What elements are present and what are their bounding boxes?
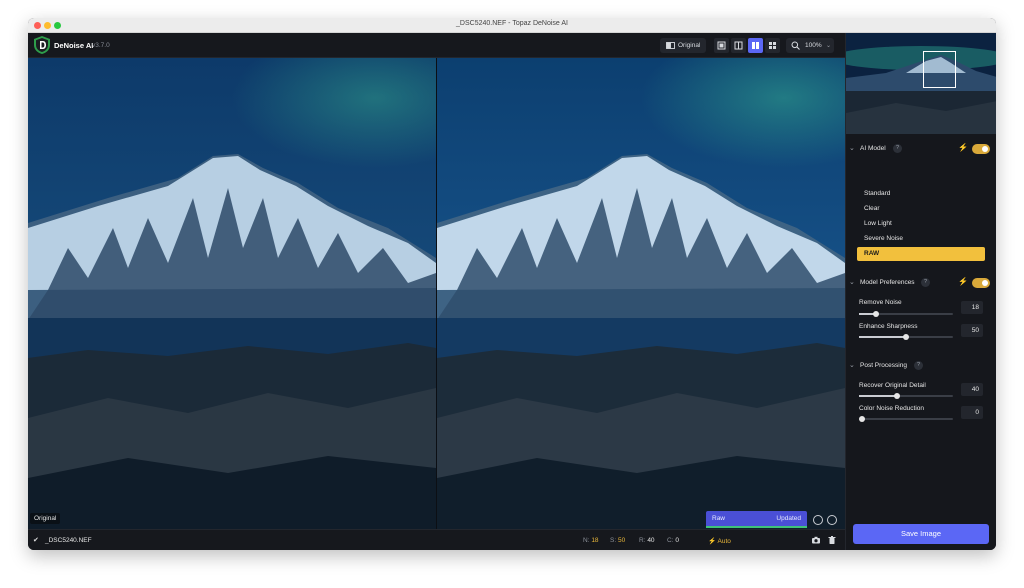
auto-button[interactable]: ⚡ Auto bbox=[708, 537, 731, 545]
happy-face-icon[interactable] bbox=[813, 515, 823, 525]
updated-label: Updated bbox=[776, 515, 801, 522]
current-filename: _DSC5240.NEF bbox=[45, 536, 92, 544]
model-option-standard[interactable]: Standard bbox=[857, 187, 985, 201]
remove-noise-label: Remove Noise bbox=[859, 299, 902, 306]
recover-stat-label: R: bbox=[639, 536, 646, 544]
model-option-severe-noise[interactable]: Severe Noise bbox=[857, 232, 985, 246]
recover-detail-fill bbox=[859, 395, 897, 397]
single-view-button[interactable] bbox=[714, 38, 729, 53]
noise-stat-value: 18 bbox=[591, 536, 599, 544]
landscape-image-original bbox=[28, 58, 436, 529]
noise-stat-label: N: bbox=[583, 536, 590, 544]
window-title: _DSC5240.NEF - Topaz DeNoise AI bbox=[456, 20, 568, 27]
navigator-thumbnail[interactable] bbox=[846, 33, 996, 134]
split-view-button[interactable] bbox=[731, 38, 746, 53]
color-stat-value: 0 bbox=[675, 536, 679, 544]
recover-stat-value: 40 bbox=[647, 536, 655, 544]
model-option-clear[interactable]: Clear bbox=[857, 202, 985, 216]
split-view-icon bbox=[734, 41, 743, 50]
zoom-icon bbox=[791, 41, 800, 50]
help-icon[interactable]: ? bbox=[921, 278, 930, 287]
save-image-button[interactable]: Save Image bbox=[853, 524, 989, 544]
processed-image-pane[interactable] bbox=[437, 58, 845, 529]
enhance-sharpness-handle[interactable] bbox=[903, 334, 909, 340]
model-preferences-auto-toggle[interactable] bbox=[972, 278, 990, 288]
chevron-down-icon: ⌄ bbox=[849, 145, 855, 152]
app-version: v3.7.0 bbox=[92, 41, 110, 49]
help-icon[interactable]: ? bbox=[893, 144, 902, 153]
recover-detail-slider[interactable] bbox=[859, 393, 953, 399]
recover-stat: R: 40 bbox=[639, 537, 655, 544]
chevron-down-icon: ⌄ bbox=[849, 279, 855, 286]
settings-sidebar: ⌄ AI Model ? ⚡ Standard Clear Low Light … bbox=[845, 33, 996, 550]
chevron-down-icon: ⌄ bbox=[849, 362, 855, 369]
color-noise-slider[interactable] bbox=[859, 416, 953, 422]
original-tag: Original bbox=[30, 513, 61, 524]
original-image-pane[interactable] bbox=[28, 58, 436, 529]
comparison-view-button[interactable] bbox=[765, 38, 780, 53]
model-option-raw[interactable]: RAW bbox=[857, 247, 985, 261]
model-preferences-title: Model Preferences bbox=[860, 279, 915, 286]
side-by-side-view-icon bbox=[752, 42, 759, 49]
post-processing-title: Post Processing bbox=[860, 362, 907, 369]
zoom-dropdown[interactable]: 100% ⌄ bbox=[786, 38, 834, 53]
show-original-label: Original bbox=[678, 42, 701, 49]
recover-detail-handle[interactable] bbox=[893, 393, 900, 399]
bolt-icon: ⚡ bbox=[958, 277, 968, 286]
thumbnail-image bbox=[846, 33, 996, 134]
color-stat: C: 0 bbox=[667, 537, 679, 544]
model-option-low-light[interactable]: Low Light bbox=[857, 217, 985, 231]
color-noise-handle[interactable] bbox=[859, 416, 865, 422]
enhance-sharpness-label: Enhance Sharpness bbox=[859, 323, 918, 330]
remove-noise-slider[interactable] bbox=[859, 311, 953, 317]
color-noise-value[interactable]: 0 bbox=[961, 406, 983, 419]
recover-detail-value[interactable]: 40 bbox=[961, 383, 983, 396]
sharpness-stat-label: S: bbox=[610, 536, 617, 544]
sad-face-icon[interactable] bbox=[827, 515, 837, 525]
noise-stat: N: 18 bbox=[583, 537, 599, 544]
trash-icon[interactable] bbox=[827, 535, 837, 545]
enhance-sharpness-slider[interactable] bbox=[859, 334, 953, 340]
checkmark-icon[interactable]: ✔ bbox=[33, 536, 39, 544]
title-bar: _DSC5240.NEF - Topaz DeNoise AI bbox=[28, 18, 996, 33]
color-stat-label: C: bbox=[667, 536, 674, 544]
processing-status-bar: Raw Updated bbox=[706, 511, 807, 528]
app-name: DeNoise AI bbox=[54, 41, 94, 50]
ai-model-auto-toggle[interactable] bbox=[972, 144, 990, 154]
app-window: _DSC5240.NEF - Topaz DeNoise AI DeNoise … bbox=[28, 18, 996, 550]
status-bar: ✔ _DSC5240.NEF N: 18 S: 50 R: 40 C: 0 ⚡ … bbox=[28, 529, 845, 550]
navigator-viewport-frame[interactable] bbox=[923, 51, 956, 88]
sharpness-stat-value: 50 bbox=[617, 536, 626, 544]
image-preview[interactable]: Original Raw Updated bbox=[28, 58, 845, 529]
enhance-sharpness-fill bbox=[859, 336, 906, 338]
processing-progress bbox=[706, 526, 807, 528]
remove-noise-handle[interactable] bbox=[872, 311, 879, 317]
chevron-down-icon: ⌄ bbox=[826, 42, 832, 49]
zoom-level: 100% bbox=[805, 42, 822, 49]
landscape-image-processed bbox=[437, 58, 845, 529]
bolt-icon: ⚡ bbox=[958, 143, 968, 152]
single-view-icon bbox=[717, 41, 726, 50]
color-noise-label: Color Noise Reduction bbox=[859, 405, 925, 412]
model-preferences-section-header[interactable]: ⌄ Model Preferences ? ⚡ bbox=[846, 275, 996, 291]
comparison-view-icon bbox=[769, 42, 776, 49]
denoise-logo-icon bbox=[34, 36, 50, 54]
compare-icon bbox=[666, 42, 675, 49]
auto-label: Auto bbox=[717, 537, 731, 545]
ai-model-title: AI Model bbox=[860, 145, 886, 152]
post-processing-section-header[interactable]: ⌄ Post Processing ? bbox=[846, 358, 996, 374]
remove-noise-value[interactable]: 18 bbox=[961, 301, 983, 314]
recover-detail-label: Recover Original Detail bbox=[859, 382, 926, 389]
camera-icon[interactable] bbox=[811, 535, 821, 545]
top-toolbar: DeNoise AI v3.7.0 Original 100% ⌄ bbox=[28, 33, 845, 58]
show-original-button[interactable]: Original bbox=[660, 38, 706, 53]
side-by-side-view-button[interactable] bbox=[748, 38, 763, 53]
enhance-sharpness-value[interactable]: 50 bbox=[961, 324, 983, 337]
sharpness-stat: S: 50 bbox=[610, 537, 625, 544]
ai-model-section-header[interactable]: ⌄ AI Model ? ⚡ bbox=[846, 141, 996, 157]
raw-label: Raw bbox=[712, 515, 726, 522]
help-icon[interactable]: ? bbox=[914, 361, 923, 370]
